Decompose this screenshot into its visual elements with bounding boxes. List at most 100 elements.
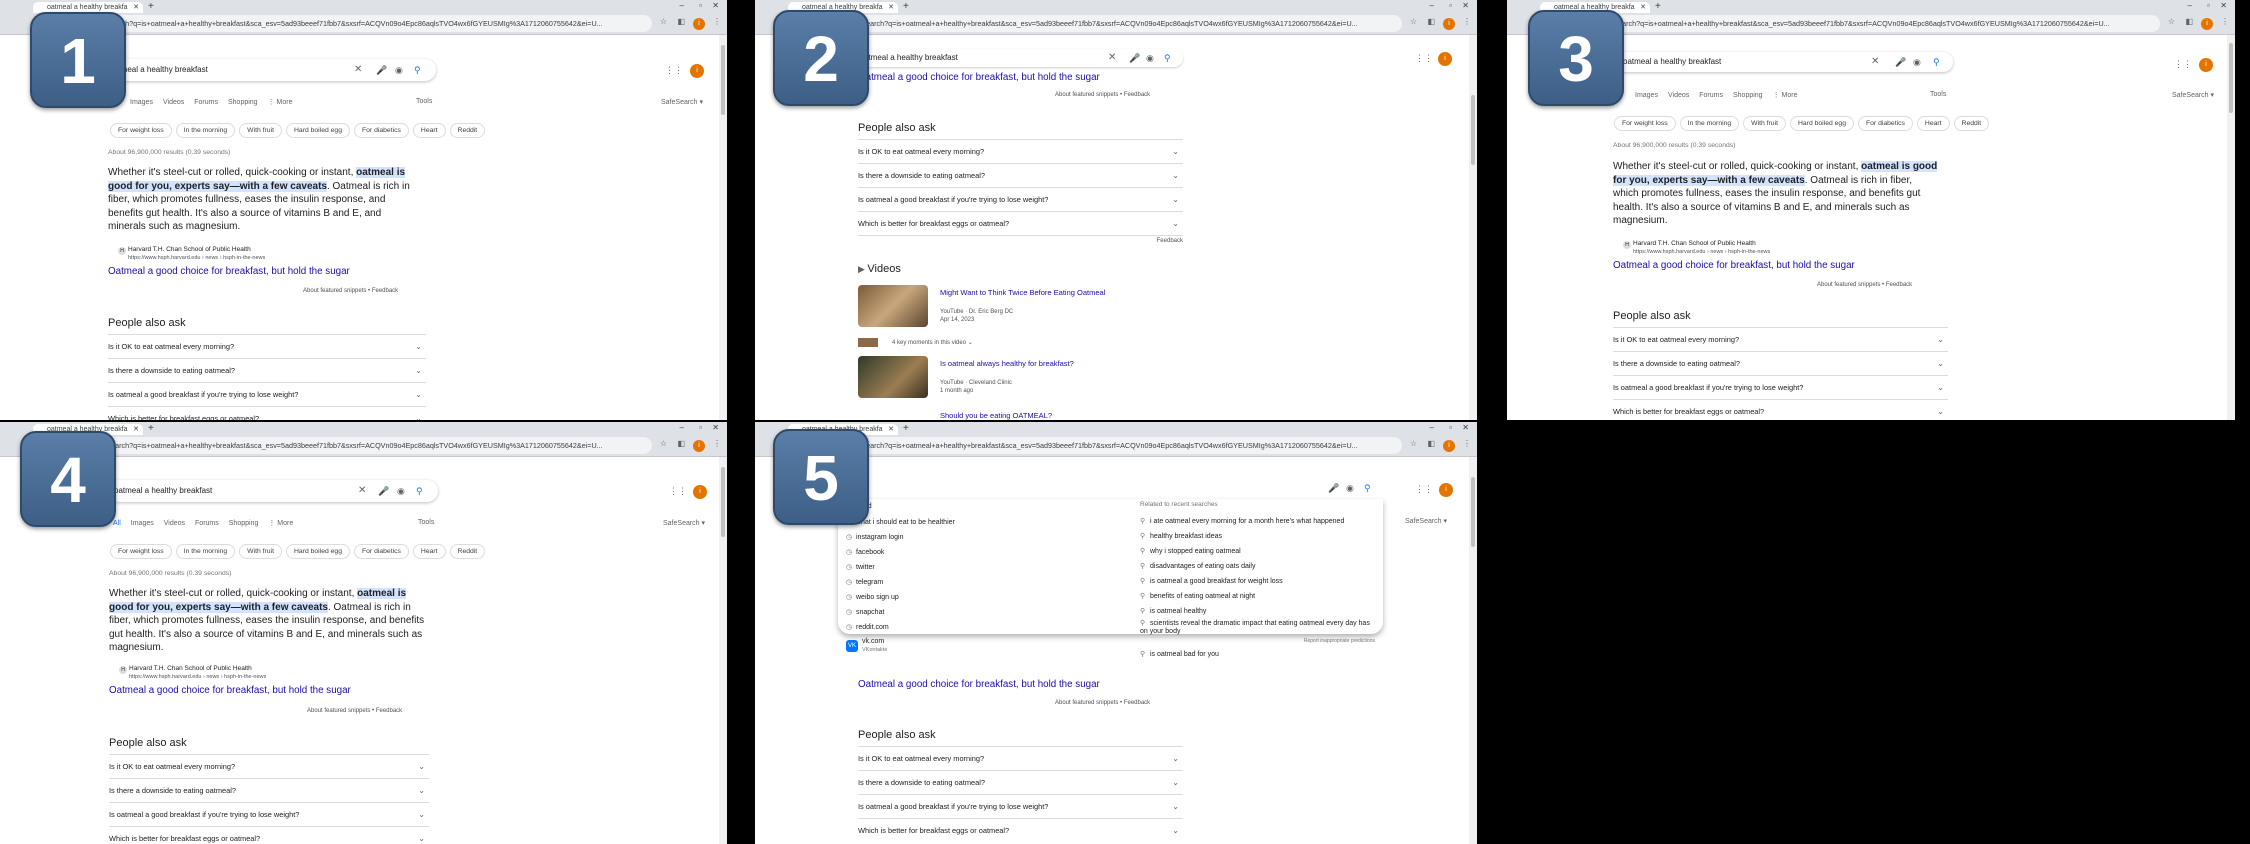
bookmark-star-icon[interactable]: ☆ bbox=[1410, 17, 1417, 26]
related-suggestion[interactable]: ⚲ benefits of eating oatmeal at night bbox=[1140, 592, 1255, 600]
about-snippets[interactable]: About featured snippets • Feedback bbox=[1055, 700, 1150, 706]
search-icon[interactable]: ⚲ bbox=[1933, 52, 1940, 72]
chip[interactable]: In the morning bbox=[175, 123, 236, 138]
address-bar[interactable]: e.com/search?q=is+oatmeal+a+healthy+brea… bbox=[1587, 15, 2160, 32]
new-tab-icon[interactable]: + bbox=[903, 423, 909, 434]
paa-question[interactable]: Is there a downside to eating oatmeal? ⌄ bbox=[858, 770, 1183, 794]
tab-images[interactable]: Images bbox=[131, 520, 154, 527]
chip[interactable]: For diabetics bbox=[354, 544, 409, 559]
minimize-icon[interactable]: – bbox=[2188, 1, 2192, 10]
paa-question[interactable]: Is it OK to eat oatmeal every morning? ⌄ bbox=[108, 334, 426, 358]
result-title-link[interactable]: Oatmeal a good choice for breakfast, but… bbox=[109, 685, 351, 696]
source-citation[interactable]: H Harvard T.H. Chan School of Public Heal… bbox=[119, 665, 266, 681]
tab-more[interactable]: ⋮ More bbox=[1773, 92, 1798, 99]
tab-shopping[interactable]: Shopping bbox=[229, 520, 259, 527]
menu-icon[interactable]: ⋮ bbox=[1463, 439, 1471, 448]
source-citation[interactable]: H Harvard T.H. Chan School of Public Heal… bbox=[118, 246, 265, 262]
report-predictions-link[interactable]: Report inappropriate predictions bbox=[1304, 638, 1375, 644]
close-tab-icon[interactable]: ✕ bbox=[1640, 2, 1646, 13]
address-bar[interactable]: e.com/search?q=is+oatmeal+a+healthy+brea… bbox=[80, 437, 652, 454]
related-suggestion[interactable]: ⚲ is oatmeal healthy bbox=[1140, 607, 1206, 615]
tab-forums[interactable]: Forums bbox=[194, 99, 218, 106]
account-avatar[interactable]: i bbox=[1439, 483, 1453, 497]
paa-question[interactable]: Is oatmeal a good breakfast if you're tr… bbox=[1613, 375, 1948, 399]
chip[interactable]: In the morning bbox=[1679, 116, 1740, 131]
tab-tools[interactable]: Tools bbox=[1930, 91, 1946, 98]
related-suggestion[interactable]: ⚲ is oatmeal a good breakfast for weight … bbox=[1140, 577, 1283, 585]
related-suggestion[interactable]: ⚲ i ate oatmeal every morning for a month… bbox=[1140, 517, 1344, 525]
close-window-icon[interactable]: ✕ bbox=[712, 1, 719, 10]
chip[interactable]: For weight loss bbox=[110, 123, 172, 138]
menu-icon[interactable]: ⋮ bbox=[1463, 17, 1471, 26]
result-title-link[interactable]: Oatmeal a good choice for breakfast, but… bbox=[858, 72, 1100, 83]
search-icon[interactable]: ⚲ bbox=[416, 480, 423, 502]
paa-question[interactable]: Is oatmeal a good breakfast if you're tr… bbox=[858, 794, 1183, 818]
chip[interactable]: In the morning bbox=[175, 544, 236, 559]
lens-icon[interactable]: ◉ bbox=[1913, 52, 1921, 72]
new-tab-icon[interactable]: + bbox=[148, 423, 154, 434]
account-avatar[interactable]: i bbox=[693, 485, 707, 499]
close-tab-icon[interactable]: ✕ bbox=[888, 2, 894, 13]
search-input[interactable]: 🎤 ◉ ⚲ bbox=[838, 477, 1383, 499]
video-title[interactable]: Might Want to Think Twice Before Eating … bbox=[940, 288, 1105, 297]
minimize-icon[interactable]: – bbox=[1430, 423, 1434, 432]
search-input[interactable]: atmeal a healthy breakfast ✕ 🎤 ◉ ⚲ bbox=[858, 49, 1183, 67]
suggestion[interactable]: ◷ reddit.com bbox=[846, 623, 889, 631]
chip[interactable]: Hard boiled egg bbox=[286, 123, 350, 138]
suggestion[interactable]: ◷ twitter bbox=[846, 563, 875, 571]
maximize-icon[interactable]: ▫ bbox=[699, 1, 702, 10]
account-avatar[interactable]: i bbox=[2199, 58, 2213, 72]
suggestion[interactable]: ◷ instagram login bbox=[846, 533, 903, 541]
video-thumbnail[interactable] bbox=[858, 285, 928, 327]
maximize-icon[interactable]: ▫ bbox=[1449, 1, 1452, 10]
about-snippets[interactable]: About featured snippets • Feedback bbox=[307, 708, 402, 714]
tab-shopping[interactable]: Shopping bbox=[228, 99, 258, 106]
close-window-icon[interactable]: ✕ bbox=[1462, 423, 1469, 432]
maximize-icon[interactable]: ▫ bbox=[2207, 1, 2210, 10]
address-bar[interactable]: e.com/search?q=is+oatmeal+a+healthy+brea… bbox=[835, 437, 1402, 454]
result-title-link[interactable]: Oatmeal a good choice for breakfast, but… bbox=[858, 679, 1100, 690]
paa-question[interactable]: Which is better for breakfast eggs or oa… bbox=[858, 818, 1183, 842]
tab-forums[interactable]: Forums bbox=[195, 520, 219, 527]
paa-question[interactable]: Is there a downside to eating oatmeal? ⌄ bbox=[1613, 351, 1948, 375]
close-tab-icon[interactable]: ✕ bbox=[133, 424, 139, 435]
apps-icon[interactable]: ⋮⋮ bbox=[2174, 59, 2192, 70]
apps-icon[interactable]: ⋮⋮ bbox=[669, 486, 687, 497]
paa-question[interactable]: Is oatmeal a good breakfast if you're tr… bbox=[858, 187, 1183, 211]
new-tab-icon[interactable]: + bbox=[148, 1, 154, 12]
tab-forums[interactable]: Forums bbox=[1699, 92, 1723, 99]
bookmark-star-icon[interactable]: ☆ bbox=[660, 17, 667, 26]
sidebar-icon[interactable]: ◧ bbox=[677, 439, 685, 448]
chip[interactable]: Heart bbox=[412, 123, 446, 138]
minimize-icon[interactable]: – bbox=[680, 1, 684, 10]
close-window-icon[interactable]: ✕ bbox=[2220, 1, 2227, 10]
profile-avatar[interactable]: i bbox=[693, 440, 705, 452]
close-window-icon[interactable]: ✕ bbox=[712, 423, 719, 432]
chip[interactable]: With fruit bbox=[239, 123, 282, 138]
paa-question[interactable]: Is there a downside to eating oatmeal? ⌄ bbox=[109, 778, 429, 802]
chip[interactable]: With fruit bbox=[239, 544, 282, 559]
safesearch-button[interactable]: SafeSearch ▾ bbox=[661, 98, 703, 106]
paa-question[interactable]: Is oatmeal a good breakfast if you're tr… bbox=[109, 802, 429, 826]
minimize-icon[interactable]: – bbox=[1430, 1, 1434, 10]
clear-icon[interactable]: ✕ bbox=[358, 480, 366, 502]
menu-icon[interactable]: ⋮ bbox=[713, 439, 721, 448]
safesearch-button[interactable]: SafeSearch ▾ bbox=[2172, 91, 2214, 99]
chip[interactable]: For diabetics bbox=[354, 123, 409, 138]
paa-feedback[interactable]: Feedback bbox=[858, 235, 1183, 244]
related-suggestion[interactable]: ⚲ scientists reveal the dramatic impact t… bbox=[1140, 620, 1370, 636]
result-title-link[interactable]: Oatmeal a good choice for breakfast, but… bbox=[108, 266, 350, 277]
menu-icon[interactable]: ⋮ bbox=[713, 17, 721, 26]
related-suggestion[interactable]: ⚲ disadvantages of eating oats daily bbox=[1140, 562, 1255, 570]
related-suggestion[interactable]: ⚲ is oatmeal bad for you bbox=[1140, 650, 1219, 658]
tab-videos[interactable]: Videos bbox=[1668, 92, 1689, 99]
about-snippets[interactable]: About featured snippets • Feedback bbox=[1055, 92, 1150, 98]
result-title-link[interactable]: Oatmeal a good choice for breakfast, but… bbox=[1613, 260, 1855, 271]
video-title[interactable]: Is oatmeal always healthy for breakfast? bbox=[940, 359, 1074, 368]
suggestion[interactable]: ◷ telegram bbox=[846, 578, 883, 586]
paa-question[interactable]: Is it OK to eat oatmeal every morning? ⌄ bbox=[1613, 327, 1948, 351]
close-tab-icon[interactable]: ✕ bbox=[888, 424, 894, 435]
mic-icon[interactable]: 🎤 bbox=[1895, 52, 1906, 72]
chip[interactable]: Hard boiled egg bbox=[286, 544, 350, 559]
chip[interactable]: Reddit bbox=[449, 123, 486, 138]
